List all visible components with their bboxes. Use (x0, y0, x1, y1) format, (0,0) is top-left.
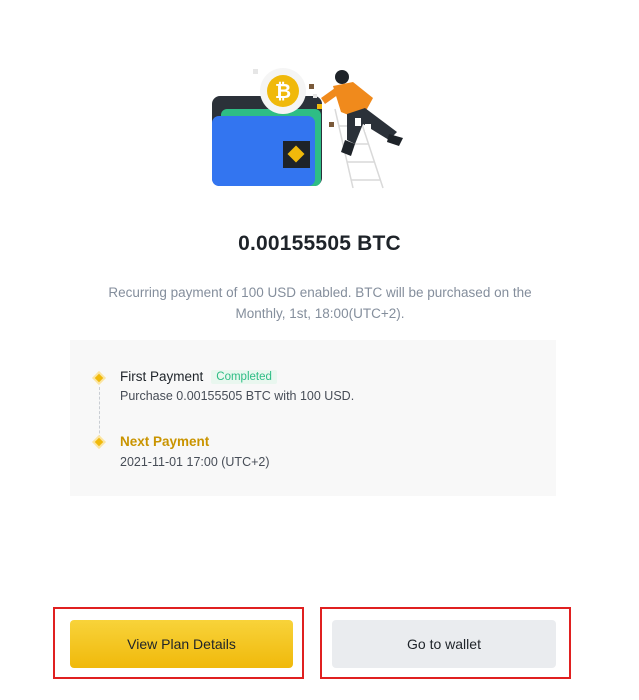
svg-text:₿: ₿ (275, 79, 291, 103)
view-plan-details-button[interactable]: View Plan Details (70, 620, 293, 668)
next-payment-title: Next Payment (120, 434, 210, 449)
bitcoin-coin-icon: ₿ (260, 68, 306, 114)
purchase-amount: 0.00155505 BTC (238, 232, 401, 255)
status-badge: Completed (211, 370, 277, 384)
plan-description: Recurring payment of 100 USD enabled. BT… (108, 285, 532, 321)
payment-timeline: First Payment Completed Purchase 0.001555… (70, 340, 556, 496)
first-payment-title: First Payment Completed (120, 369, 277, 384)
first-payment-detail: Purchase 0.00155505 BTC with 100 USD. (120, 389, 355, 403)
next-payment-date: 2021-11-01 17:00 (UTC+2) (120, 455, 270, 469)
timeline-connector (99, 387, 100, 443)
diamond-bullet-icon (94, 373, 104, 383)
wallet-illustration: ₿ (212, 68, 403, 189)
go-to-wallet-button[interactable]: Go to wallet (332, 620, 556, 668)
diamond-bullet-icon (94, 437, 104, 447)
first-payment-label: First Payment (120, 369, 204, 384)
